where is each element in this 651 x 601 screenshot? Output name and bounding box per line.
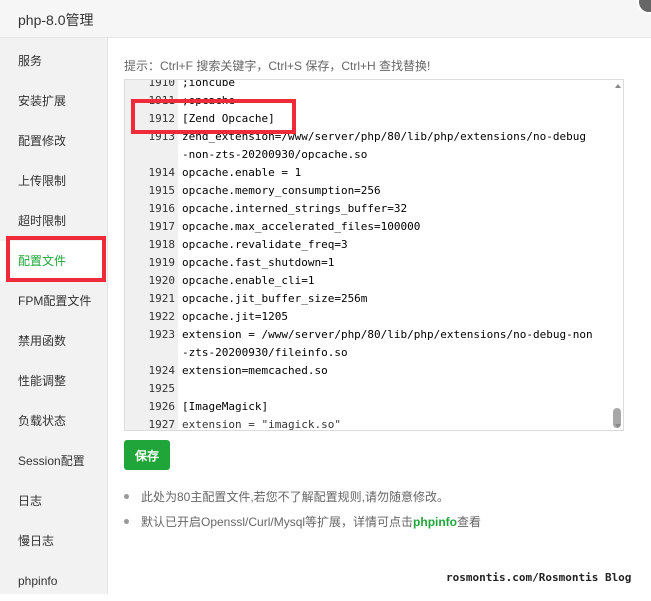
line-number: 1922 bbox=[148, 310, 176, 323]
sidebar: 服务 安装扩展 配置修改 上传限制 超时限制 配置文件 FPM配置文件 禁用函数… bbox=[0, 38, 108, 594]
code-text: extension=memcached.so bbox=[182, 364, 328, 377]
line-number: 1914 bbox=[148, 166, 176, 179]
code-text: extension = "imagick.so" bbox=[182, 418, 341, 431]
sidebar-item-upload-limit[interactable]: 上传限制 bbox=[0, 161, 107, 201]
sidebar-item-fpm-config-file[interactable]: FPM配置文件 bbox=[0, 281, 107, 321]
note-text-suffix: 查看 bbox=[457, 515, 482, 529]
save-button[interactable]: 保存 bbox=[124, 440, 170, 470]
code-text: opcache.interned_strings_buffer=32 bbox=[182, 202, 408, 215]
sidebar-item-phpinfo[interactable]: phpinfo bbox=[0, 561, 107, 601]
code-text: opcache.memory_consumption=256 bbox=[182, 184, 381, 197]
code-text: opcache.enable = 1 bbox=[182, 166, 302, 179]
title-bar: php-8.0管理 bbox=[0, 0, 651, 38]
watermark: rosmontis.com/Rosmontis Blog bbox=[446, 571, 632, 584]
scroll-up-arrow-icon[interactable] bbox=[615, 84, 621, 88]
line-number: 1926 bbox=[148, 400, 176, 413]
sidebar-item-install-extension[interactable]: 安装扩展 bbox=[0, 81, 107, 121]
line-number: 1919 bbox=[148, 256, 176, 269]
code-text: ;opcache bbox=[182, 94, 235, 107]
sidebar-item-performance-tuning[interactable]: 性能调整 bbox=[0, 361, 107, 401]
phpinfo-link[interactable]: phpinfo bbox=[413, 515, 457, 529]
line-number: 1916 bbox=[148, 202, 176, 215]
editor-scrollbar[interactable] bbox=[613, 82, 621, 428]
line-number: 1918 bbox=[148, 238, 176, 251]
line-number: 1913 bbox=[148, 130, 176, 143]
code-text: opcache.max_accelerated_files=100000 bbox=[182, 220, 421, 233]
code-text: opcache.fast_shutdown=1 bbox=[182, 256, 335, 269]
code-text: -zts-20200930/fileinfo.so bbox=[182, 346, 348, 359]
line-number: 1921 bbox=[148, 292, 176, 305]
line-number: 1920 bbox=[148, 274, 176, 287]
line-number: 1923 bbox=[148, 328, 176, 341]
code-text: opcache.enable_cli=1 bbox=[182, 274, 315, 287]
line-number: 1924 bbox=[148, 364, 176, 377]
sidebar-item-log[interactable]: 日志 bbox=[0, 481, 107, 521]
line-number: 1917 bbox=[148, 220, 176, 233]
code-text: opcache.revalidate_freq=3 bbox=[182, 238, 348, 251]
sidebar-item-session-config[interactable]: Session配置 bbox=[0, 441, 107, 481]
note-text: 默认已开启Openssl/Curl/Mysql等扩展，详情可点击 bbox=[141, 515, 414, 529]
sidebar-item-disabled-functions[interactable]: 禁用函数 bbox=[0, 321, 107, 361]
sidebar-item-config-file[interactable]: 配置文件 bbox=[0, 241, 107, 281]
note-item: 默认已开启Openssl/Curl/Mysql等扩展，详情可点击phpinfo查… bbox=[124, 513, 481, 531]
code-text: opcache.jit_buffer_size=256m bbox=[182, 292, 368, 305]
line-number: 1927 bbox=[148, 418, 176, 431]
line-number: 1912 bbox=[148, 112, 176, 125]
code-editor[interactable]: 1910 ;ioncube 1911 ;opcache 1912 [Zend Opca… bbox=[124, 79, 624, 431]
sidebar-item-load-status[interactable]: 负载状态 bbox=[0, 401, 107, 441]
code-text: ;ioncube bbox=[182, 79, 235, 89]
code-text: -non-zts-20200930/opcache.so bbox=[182, 148, 368, 161]
code-text: extension = /www/server/php/80/lib/php/e… bbox=[182, 328, 593, 341]
line-number: 1910 bbox=[148, 79, 176, 89]
sidebar-item-config-modify[interactable]: 配置修改 bbox=[0, 121, 107, 161]
code-text: [ImageMagick] bbox=[182, 400, 269, 413]
bullet-icon bbox=[124, 494, 129, 500]
note-text: 此处为80主配置文件,若您不了解配置规则,请勿随意修改。 bbox=[141, 490, 450, 504]
code-text: zend_extension=/www/server/php/80/lib/ph… bbox=[182, 130, 586, 143]
scroll-down-arrow-icon[interactable] bbox=[615, 424, 621, 428]
line-number: 1915 bbox=[148, 184, 176, 197]
line-number: 1925 bbox=[148, 382, 176, 395]
line-number: 1911 bbox=[148, 94, 176, 107]
sidebar-item-service[interactable]: 服务 bbox=[0, 41, 107, 81]
sidebar-item-timeout-limit[interactable]: 超时限制 bbox=[0, 201, 107, 241]
sidebar-item-slow-log[interactable]: 慢日志 bbox=[0, 521, 107, 561]
shortcut-tip: 提示：Ctrl+F 搜索关键字，Ctrl+S 保存，Ctrl+H 查找替换! bbox=[124, 59, 431, 73]
window-title: php-8.0管理 bbox=[18, 12, 94, 28]
code-text: [Zend Opcache] bbox=[182, 112, 275, 125]
code-text: opcache.jit=1205 bbox=[182, 310, 288, 323]
note-item: 此处为80主配置文件,若您不了解配置规则,请勿随意修改。 bbox=[124, 488, 449, 506]
bullet-icon bbox=[124, 519, 129, 525]
